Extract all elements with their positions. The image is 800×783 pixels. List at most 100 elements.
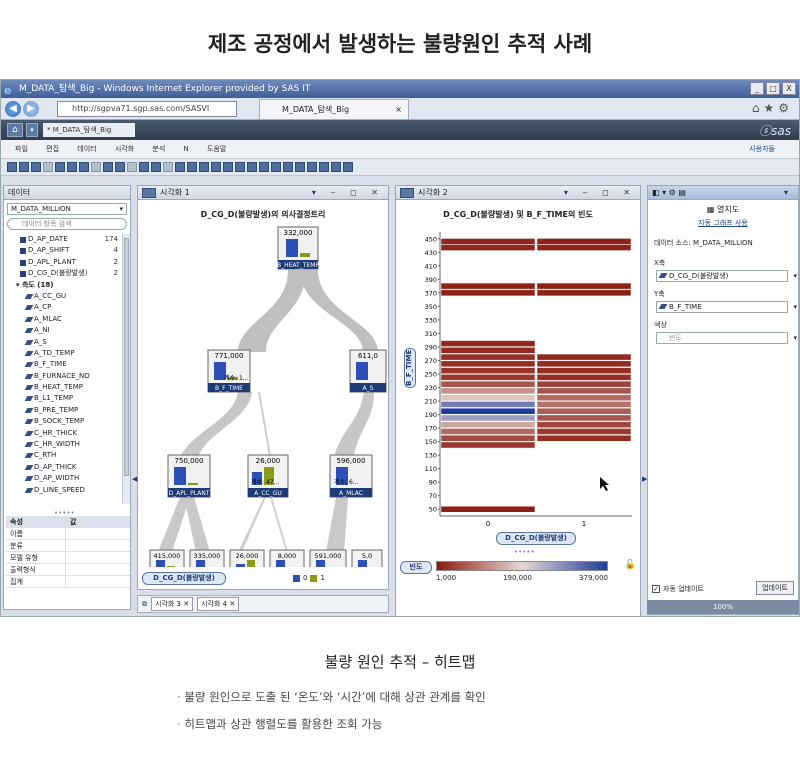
tree-node-root[interactable]: 332,000 B_HEAT_TEMP <box>277 226 319 270</box>
category-item[interactable]: D_APL_PLANT 2 <box>6 257 120 268</box>
menu-help[interactable]: 도움말 <box>207 145 226 153</box>
tree-node-d-apl-plant[interactable]: 750,000 D_APL_PLANT <box>167 454 211 498</box>
collapse-icon[interactable]: ▾ <box>784 186 794 200</box>
heatmap-cell[interactable] <box>536 289 632 297</box>
heatmap-cell[interactable] <box>440 407 536 415</box>
color-role-field[interactable]: 빈도 ▾ <box>656 332 797 344</box>
heatmap-cell[interactable] <box>536 244 632 251</box>
heatmap-cell[interactable] <box>440 428 536 435</box>
dropdown-icon[interactable] <box>151 162 161 172</box>
heatmap-cell[interactable] <box>536 238 632 245</box>
measure-item[interactable]: A_TD_TEMP <box>6 348 120 359</box>
heatmap-panel-tab[interactable]: 시각화 2 <box>418 188 448 197</box>
address-bar[interactable]: http://sgpva71.sgp.sas.com/SASVI <box>57 101 237 117</box>
heatmap-cell[interactable] <box>536 367 632 374</box>
decision-tree-icon[interactable] <box>331 162 341 172</box>
roles-tabs-icons[interactable]: ◧ ▾ ⚙ ▤ <box>652 188 686 197</box>
heatmap-cell[interactable] <box>440 380 536 388</box>
y-axis-chip[interactable]: B_F_TIME <box>404 348 416 388</box>
forecast-icon[interactable] <box>319 162 329 172</box>
heatmap-cell[interactable] <box>536 401 632 408</box>
user-menu[interactable]: 사용자들 <box>749 140 775 159</box>
redo-icon[interactable] <box>67 162 77 172</box>
minimize-button[interactable]: _ <box>750 82 764 95</box>
splitter-handle[interactable]: ••••• <box>514 548 535 556</box>
tabs-menu-icon[interactable]: ⧉ <box>142 600 147 609</box>
filter-icon[interactable] <box>115 162 125 172</box>
tree-leaf[interactable]: 591,000 <box>309 549 347 567</box>
category-item[interactable]: D_AP_DATE 174 <box>6 234 120 245</box>
gear-icon[interactable]: ⚙ <box>778 101 793 115</box>
collapse-left-icon[interactable]: ◀ <box>132 475 137 483</box>
heatmap-cell[interactable] <box>440 282 536 290</box>
heatmap-icon[interactable] <box>271 162 281 172</box>
tab-visual-4[interactable]: 시각화 4 ✕ <box>197 597 240 611</box>
network-icon[interactable] <box>343 162 353 172</box>
x-axis-role-field[interactable]: D_CG_D(불량발생) ▾ <box>656 270 797 282</box>
tree-leaf[interactable]: 415,000 <box>149 549 185 567</box>
heatmap-cell[interactable] <box>536 428 632 435</box>
decision-tree-chart[interactable]: 332,000 B_HEAT_TEMP 771,000 계수: 1... B_F… <box>138 222 388 567</box>
menu-n[interactable]: N <box>184 145 189 153</box>
heatmap-cell[interactable] <box>440 244 536 251</box>
measure-item[interactable]: A_S <box>6 337 120 348</box>
menu-data[interactable]: 데이터 <box>77 145 96 153</box>
tree-node-a-s[interactable]: 611,0 A_S <box>349 349 387 393</box>
correlation-icon[interactable] <box>307 162 317 172</box>
histogram-icon[interactable] <box>247 162 257 172</box>
heatmap-cell[interactable] <box>440 401 536 408</box>
heatmap-cell[interactable] <box>440 374 536 381</box>
heatmap-cell[interactable] <box>440 360 536 368</box>
forward-arrow-icon[interactable]: ▶ <box>23 101 39 117</box>
x-axis-chip[interactable]: D_CG_D(불량발생) <box>496 532 576 545</box>
document-tab[interactable]: * M_DATA_탐색_Big <box>43 123 135 137</box>
measure-item[interactable]: D_AP_WIDTH <box>6 473 120 484</box>
scatter-icon[interactable] <box>223 162 233 172</box>
y-axis-role-field[interactable]: B_F_TIME ▾ <box>656 301 797 313</box>
tree-leaf[interactable]: 335,000 <box>189 549 225 567</box>
checkbox-checked-icon[interactable]: ✓ <box>652 585 660 593</box>
panel-controls[interactable]: ▾ ‒ ◻ ✕ <box>564 186 636 200</box>
menu-analyze[interactable]: 분석 <box>152 145 165 153</box>
tree-leaf[interactable]: 8,000 <box>269 549 305 567</box>
measure-item[interactable]: B_HEAT_TEMP <box>6 382 120 393</box>
menu-edit[interactable]: 편집 <box>46 145 59 153</box>
chevron-down-icon[interactable]: ▾ <box>793 333 797 343</box>
measure-item[interactable]: D_LINE_SPEED <box>6 485 120 496</box>
heatmap-cell[interactable] <box>440 367 536 374</box>
table-icon[interactable] <box>175 162 185 172</box>
measure-item[interactable]: B_F_TIME <box>6 359 120 370</box>
home-button[interactable]: ⌂ <box>7 123 23 137</box>
heatmap-cell[interactable] <box>440 434 536 442</box>
favorites-star-icon[interactable]: ★ <box>763 101 778 115</box>
tree-panel-tab[interactable]: 시각화 1 <box>160 188 190 197</box>
heatmap-cell[interactable] <box>440 238 536 245</box>
heatmap-cell[interactable] <box>440 505 536 513</box>
refresh-icon[interactable] <box>79 162 89 172</box>
collapse-right-icon[interactable]: ▶ <box>642 475 647 483</box>
tab-visual-3[interactable]: 시각화 3 ✕ <box>151 597 194 611</box>
dataset-select[interactable]: M_DATA_MILLION ▾ <box>7 203 127 215</box>
tree-node-a-cc-gu[interactable]: 26,000 계수: 47... A_CC_GU <box>247 454 289 498</box>
data-search-input[interactable]: 데이터 항목 검색 <box>7 218 127 230</box>
open-icon[interactable] <box>19 162 29 172</box>
measure-item[interactable]: B_PRE_TEMP <box>6 405 120 416</box>
heatmap-cell[interactable] <box>440 289 536 297</box>
measure-item[interactable]: B_SOCK_TEMP <box>6 416 120 427</box>
close-tab-icon[interactable]: × <box>395 100 402 120</box>
menu-visualize[interactable]: 시각화 <box>115 145 134 153</box>
data-tree-scrollbar[interactable] <box>122 234 130 504</box>
heatmap-cell[interactable] <box>440 340 536 347</box>
heatmap-cell[interactable] <box>440 387 536 395</box>
heatmap-cell[interactable] <box>536 387 632 395</box>
close-button[interactable]: X <box>782 82 796 95</box>
heatmap-cell[interactable] <box>536 434 632 442</box>
new-icon[interactable] <box>7 162 17 172</box>
line-chart-icon[interactable] <box>211 162 221 172</box>
pointer-icon[interactable] <box>139 162 149 172</box>
auto-update-toggle[interactable]: ✓ 자동 업데이트 <box>652 584 704 594</box>
geo-map-icon[interactable] <box>283 162 293 172</box>
heatmap-cell[interactable] <box>536 421 632 429</box>
tree-node-a-mlac[interactable]: 596,000 계수: 6... A_MLAC <box>329 454 373 498</box>
measures-group[interactable]: ▾ 측도 (18) <box>6 280 120 291</box>
